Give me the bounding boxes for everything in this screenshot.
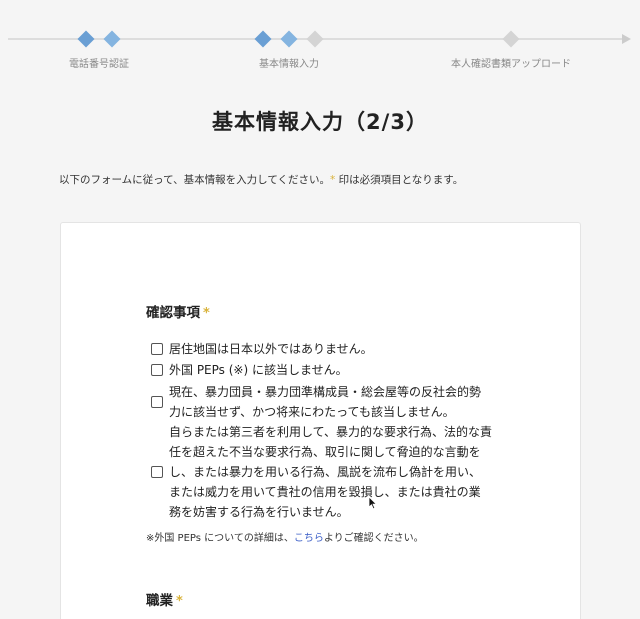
form-intro: 以下のフォームに従って、基本情報を入力してください。* 印は必須項目となります。 bbox=[59, 172, 463, 187]
confirm-checkbox-peps[interactable]: 外国 PEPs (※) に該当しません。 bbox=[151, 360, 348, 380]
peps-details-link[interactable]: こちら bbox=[294, 533, 324, 544]
confirm-checkbox-antisocial[interactable]: 現在、暴力団員・暴力団準構成員・総会屋等の反社会的勢 力に該当せず、かつ将来にわ… bbox=[151, 382, 481, 422]
step-2-marker-icon bbox=[254, 30, 272, 48]
checkbox-label-line: 務を妨害する行為を行いません。 bbox=[169, 505, 349, 519]
checkbox-label-line: 居住地国は日本以外ではありません。 bbox=[169, 342, 373, 356]
intro-text-after: 印は必須項目となります。 bbox=[335, 174, 464, 186]
checkbox-label: 外国 PEPs (※) に該当しません。 bbox=[169, 360, 348, 380]
progress-arrow-icon bbox=[622, 34, 631, 44]
step-2-label: 基本情報入力 bbox=[259, 59, 319, 70]
step-3-label: 本人確認書類アップロード bbox=[451, 59, 571, 70]
checkbox-label-line: 任を超えた不当な要求行為、取引に関して脅迫的な言動を bbox=[169, 445, 481, 459]
checkbox-label-line: 力に該当せず、かつ将来にわたっても該当しません。 bbox=[169, 405, 455, 419]
step-1-label: 電話番号認証 bbox=[69, 59, 129, 70]
checkbox[interactable] bbox=[151, 396, 163, 408]
step-1-marker-icon bbox=[77, 30, 95, 48]
step-2-marker-icon bbox=[280, 30, 298, 48]
note-text-after: よりご確認ください。 bbox=[323, 533, 424, 544]
required-mark: * bbox=[176, 594, 183, 609]
required-mark: * bbox=[203, 306, 210, 321]
step-2-marker-icon bbox=[306, 30, 324, 48]
checkbox[interactable] bbox=[151, 343, 163, 355]
checkbox-label-line: 自らまたは第三者を利用して、暴力的な要求行為、法的な責 bbox=[169, 425, 493, 439]
peps-note: ※外国 PEPs についての詳細は、こちらよりご確認ください。 bbox=[146, 529, 424, 544]
progress-steps: 電話番号認証 基本情報入力 本人確認書類アップロード bbox=[0, 0, 640, 80]
note-text: ※外国 PEPs についての詳細は、 bbox=[146, 533, 294, 544]
checkbox-label: 居住地国は日本以外ではありません。 bbox=[169, 339, 373, 359]
mouse-cursor-icon bbox=[368, 496, 378, 510]
occupation-section-label: 職業 bbox=[146, 593, 173, 609]
page-title: 基本情報入力（2/3） bbox=[212, 110, 428, 134]
checkbox[interactable] bbox=[151, 364, 163, 376]
step-1-marker-icon bbox=[103, 30, 121, 48]
checkbox[interactable] bbox=[151, 466, 163, 478]
checkbox-label-line: または威力を用いて貴社の信用を毀損し、または貴社の業 bbox=[169, 485, 481, 499]
confirm-checkbox-conduct[interactable]: 自らまたは第三者を利用して、暴力的な要求行為、法的な責 任を超えた不当な要求行為… bbox=[151, 422, 492, 522]
checkbox-label: 現在、暴力団員・暴力団準構成員・総会屋等の反社会的勢 力に該当せず、かつ将来にわ… bbox=[169, 382, 481, 422]
checkbox-label: 自らまたは第三者を利用して、暴力的な要求行為、法的な責 任を超えた不当な要求行為… bbox=[169, 422, 492, 522]
confirm-section-title: 確認事項 * bbox=[146, 301, 210, 321]
checkbox-label-line: し、または暴力を用いる行為、風説を流布し偽計を用い、 bbox=[169, 465, 482, 479]
occupation-section-title: 職業 * bbox=[146, 589, 183, 609]
checkbox-label-line: 外国 PEPs (※) に該当しません。 bbox=[169, 363, 348, 377]
confirm-checkbox-residence[interactable]: 居住地国は日本以外ではありません。 bbox=[151, 339, 373, 359]
intro-text: 以下のフォームに従って、基本情報を入力してください。 bbox=[59, 174, 331, 186]
confirm-section-label: 確認事項 bbox=[146, 305, 200, 321]
checkbox-label-line: 現在、暴力団員・暴力団準構成員・総会屋等の反社会的勢 bbox=[169, 385, 482, 399]
step-3-marker-icon bbox=[502, 30, 520, 48]
